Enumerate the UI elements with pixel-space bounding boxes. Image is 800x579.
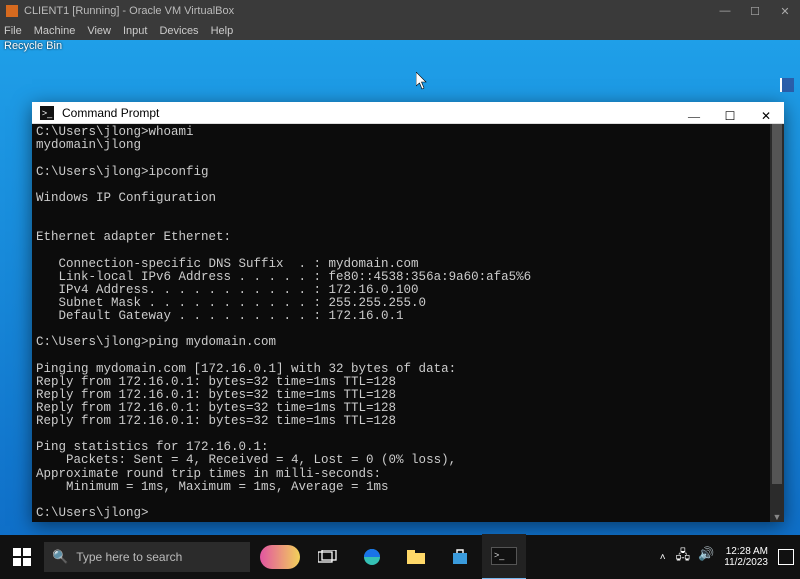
scroll-thumb[interactable] — [772, 124, 782, 484]
vbox-menu-file[interactable]: File — [4, 25, 22, 37]
mouse-cursor-icon — [416, 72, 430, 93]
file-explorer-icon — [407, 550, 425, 564]
command-prompt-titlebar[interactable]: >_ Command Prompt — ☐ ✕ — [32, 102, 784, 124]
command-prompt-scrollbar[interactable]: ▲ ▼ — [770, 124, 784, 522]
task-view-icon — [318, 550, 338, 564]
taskbar-edge-button[interactable] — [350, 535, 394, 579]
desktop-side-badge — [780, 78, 794, 92]
virtualbox-icon — [6, 5, 18, 17]
command-prompt-icon: >_ — [40, 106, 54, 120]
taskbar-search[interactable]: 🔍 Type here to search — [44, 542, 250, 572]
command-prompt-title-text: Command Prompt — [62, 106, 159, 120]
search-icon: 🔍 — [52, 549, 68, 565]
vbox-menu-devices[interactable]: Devices — [159, 25, 198, 37]
command-prompt-output[interactable]: C:\Users\jlong>whoami mydomain\jlong C:\… — [32, 124, 770, 522]
tray-clock[interactable]: 12:28 AM 11/2/2023 — [724, 546, 768, 569]
cmd-minimize-button[interactable]: — — [676, 102, 712, 130]
vbox-menu-machine[interactable]: Machine — [34, 25, 76, 37]
virtualbox-title-text: CLIENT1 [Running] - Oracle VM VirtualBox — [24, 5, 234, 17]
start-button[interactable] — [0, 535, 44, 579]
taskbar: 🔍 Type here to search >_ ˄ 🖧 🔊 12:28 AM … — [0, 535, 800, 579]
taskbar-widget-icon[interactable] — [254, 535, 306, 579]
vbox-menu-help[interactable]: Help — [211, 25, 234, 37]
store-icon — [451, 548, 469, 566]
tray-volume-icon[interactable]: 🔊 — [698, 546, 714, 568]
scroll-down-icon[interactable]: ▼ — [770, 510, 784, 524]
recycle-bin-label: Recycle Bin — [4, 40, 62, 52]
tray-network-icon[interactable]: 🖧 — [676, 546, 691, 568]
command-prompt-window[interactable]: >_ Command Prompt — ☐ ✕ C:\Users\jlong>w… — [32, 102, 784, 522]
taskbar-store-button[interactable] — [438, 535, 482, 579]
search-placeholder: Type here to search — [76, 550, 182, 564]
recycle-bin-icon[interactable]: Recycle Bin — [4, 40, 62, 52]
taskbar-command-prompt-button[interactable]: >_ — [482, 534, 526, 579]
virtualbox-menubar: File Machine View Input Devices Help — [0, 22, 800, 40]
action-center-icon[interactable] — [778, 549, 794, 565]
command-prompt-taskbar-icon: >_ — [491, 547, 517, 565]
tray-date: 11/2/2023 — [724, 557, 768, 569]
vbox-close-button[interactable]: ✕ — [770, 0, 800, 22]
guest-desktop[interactable]: Recycle Bin >_ Command Prompt — ☐ ✕ C:\U… — [0, 40, 800, 535]
vbox-menu-view[interactable]: View — [87, 25, 111, 37]
cmd-maximize-button[interactable]: ☐ — [712, 102, 748, 130]
vbox-minimize-button[interactable]: — — [710, 0, 740, 22]
system-tray: ˄ 🖧 🔊 12:28 AM 11/2/2023 — [660, 535, 794, 579]
taskbar-explorer-button[interactable] — [394, 535, 438, 579]
edge-icon — [362, 547, 382, 567]
tray-chevron-up-icon[interactable]: ˄ — [660, 552, 666, 563]
virtualbox-titlebar: CLIENT1 [Running] - Oracle VM VirtualBox… — [0, 0, 800, 22]
vbox-menu-input[interactable]: Input — [123, 25, 147, 37]
task-view-button[interactable] — [306, 535, 350, 579]
tray-time: 12:28 AM — [724, 546, 768, 558]
windows-logo-icon — [13, 548, 31, 566]
vbox-maximize-button[interactable]: ☐ — [740, 0, 770, 22]
